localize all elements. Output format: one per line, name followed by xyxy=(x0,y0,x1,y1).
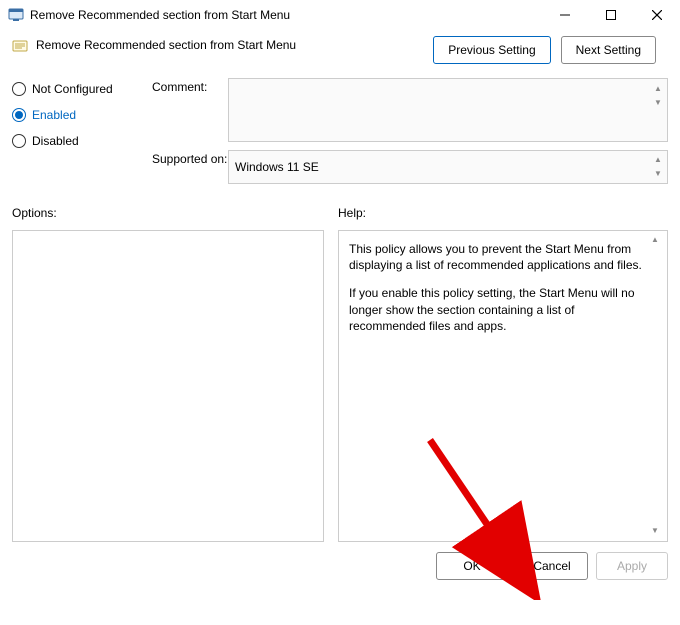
radio-enabled[interactable]: Enabled xyxy=(12,108,152,122)
policy-title: Remove Recommended section from Start Me… xyxy=(36,36,296,52)
state-radios: Not Configured Enabled Disabled xyxy=(12,78,152,192)
apply-button[interactable]: Apply xyxy=(596,552,668,580)
maximize-button[interactable] xyxy=(588,0,634,30)
comment-label: Comment: xyxy=(152,78,228,142)
options-label: Options: xyxy=(12,206,324,220)
radio-label: Not Configured xyxy=(32,82,113,96)
next-setting-button[interactable]: Next Setting xyxy=(561,36,656,64)
titlebar: Remove Recommended section from Start Me… xyxy=(0,0,680,30)
radio-not-configured[interactable]: Not Configured xyxy=(12,82,152,96)
comment-field[interactable]: ▲ ▼ xyxy=(228,78,668,142)
spin-up-icon[interactable]: ▲ xyxy=(651,82,665,94)
cancel-button[interactable]: Cancel xyxy=(516,552,588,580)
previous-setting-button[interactable]: Previous Setting xyxy=(433,36,550,64)
window-controls xyxy=(542,0,680,30)
subheader: Remove Recommended section from Start Me… xyxy=(0,30,680,64)
minimize-button[interactable] xyxy=(542,0,588,30)
supported-value: Windows 11 SE xyxy=(235,160,319,174)
policy-icon xyxy=(12,38,28,54)
help-text: This policy allows you to prevent the St… xyxy=(349,241,643,273)
scroll-up-icon[interactable]: ▲ xyxy=(651,235,665,246)
spin-down-icon[interactable]: ▼ xyxy=(651,167,665,179)
options-panel xyxy=(12,230,324,542)
supported-label: Supported on: xyxy=(152,150,228,184)
help-label: Help: xyxy=(338,206,668,220)
radio-icon xyxy=(12,134,26,148)
window-title: Remove Recommended section from Start Me… xyxy=(30,8,542,22)
scroll-down-icon[interactable]: ▼ xyxy=(651,526,665,537)
supported-field: Windows 11 SE ▲ ▼ xyxy=(228,150,668,184)
close-button[interactable] xyxy=(634,0,680,30)
dialog-buttons: OK Cancel Apply xyxy=(0,542,680,580)
radio-label: Enabled xyxy=(32,108,76,122)
app-icon xyxy=(8,7,24,23)
radio-label: Disabled xyxy=(32,134,79,148)
radio-icon xyxy=(12,82,26,96)
spin-down-icon[interactable]: ▼ xyxy=(651,96,665,108)
ok-button[interactable]: OK xyxy=(436,552,508,580)
radio-disabled[interactable]: Disabled xyxy=(12,134,152,148)
spin-up-icon[interactable]: ▲ xyxy=(651,153,665,165)
help-panel: This policy allows you to prevent the St… xyxy=(338,230,668,542)
help-text: If you enable this policy setting, the S… xyxy=(349,285,643,334)
radio-icon xyxy=(12,108,26,122)
